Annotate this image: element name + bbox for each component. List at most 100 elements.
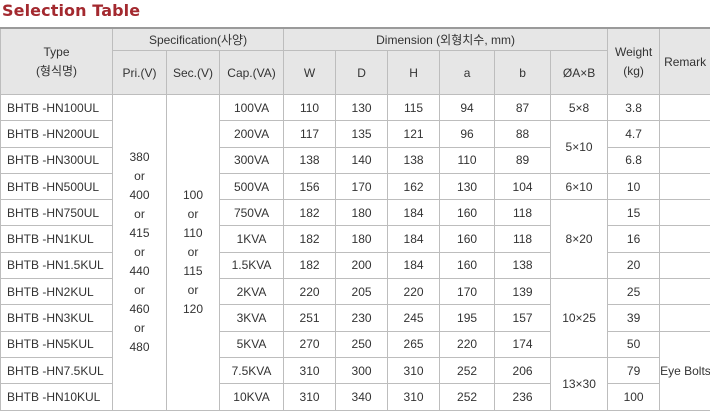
h-cell: 121 [388, 121, 440, 147]
b-cell: 87 [495, 95, 551, 121]
remark-cell [660, 226, 710, 252]
table-row: BHTB -HN2KUL2KVA22020522017013910×2525 [1, 279, 710, 305]
d-cell: 180 [336, 200, 388, 226]
weight-cell: 10 [608, 173, 660, 199]
header-a: a [440, 51, 495, 95]
d-cell: 205 [336, 279, 388, 305]
hole-size-cell: 5×8 [551, 95, 608, 121]
model-cell: BHTB -HN2KUL [1, 279, 113, 305]
header-hole: ØA×B [551, 51, 608, 95]
weight-cell: 4.7 [608, 121, 660, 147]
h-cell: 184 [388, 226, 440, 252]
hole-size-cell: 10×25 [551, 279, 608, 358]
a-cell: 160 [440, 226, 495, 252]
d-cell: 340 [336, 384, 388, 410]
w-cell: 220 [284, 279, 336, 305]
header-pri: Pri.(V) [113, 51, 167, 95]
page-title: Selection Table [2, 0, 140, 22]
a-cell: 160 [440, 200, 495, 226]
d-cell: 200 [336, 252, 388, 278]
a-cell: 252 [440, 384, 495, 410]
d-cell: 300 [336, 357, 388, 383]
model-cell: BHTB -HN5KUL [1, 331, 113, 357]
b-cell: 138 [495, 252, 551, 278]
d-cell: 170 [336, 173, 388, 199]
model-cell: BHTB -HN7.5KUL [1, 357, 113, 383]
b-cell: 104 [495, 173, 551, 199]
cap-cell: 5KVA [220, 331, 284, 357]
a-cell: 170 [440, 279, 495, 305]
table-row: BHTB -HN200UL200VA11713512196885×104.7 [1, 121, 710, 147]
header-b: b [495, 51, 551, 95]
b-cell: 206 [495, 357, 551, 383]
h-cell: 184 [388, 252, 440, 278]
remark-cell [660, 95, 710, 121]
cap-cell: 3KVA [220, 305, 284, 331]
a-cell: 195 [440, 305, 495, 331]
header-w: W [284, 51, 336, 95]
header-type: Type(형식명) [1, 28, 113, 95]
a-cell: 110 [440, 147, 495, 173]
table-row: BHTB -HN750UL750VA1821801841601188×2015 [1, 200, 710, 226]
remark-eye-bolts: Eye Bolts [660, 331, 710, 410]
b-cell: 236 [495, 384, 551, 410]
model-cell: BHTB -HN10KUL [1, 384, 113, 410]
b-cell: 139 [495, 279, 551, 305]
a-cell: 94 [440, 95, 495, 121]
model-cell: BHTB -HN300UL [1, 147, 113, 173]
cap-cell: 2KVA [220, 279, 284, 305]
h-cell: 310 [388, 357, 440, 383]
a-cell: 220 [440, 331, 495, 357]
weight-cell: 39 [608, 305, 660, 331]
weight-cell: 100 [608, 384, 660, 410]
d-cell: 135 [336, 121, 388, 147]
weight-cell: 16 [608, 226, 660, 252]
weight-cell: 50 [608, 331, 660, 357]
a-cell: 252 [440, 357, 495, 383]
b-cell: 118 [495, 200, 551, 226]
a-cell: 160 [440, 252, 495, 278]
hole-size-cell: 5×10 [551, 121, 608, 174]
h-cell: 220 [388, 279, 440, 305]
remark-cell [660, 200, 710, 226]
b-cell: 88 [495, 121, 551, 147]
remark-cell [660, 279, 710, 305]
model-cell: BHTB -HN750UL [1, 200, 113, 226]
w-cell: 110 [284, 95, 336, 121]
header-d: D [336, 51, 388, 95]
d-cell: 130 [336, 95, 388, 121]
d-cell: 230 [336, 305, 388, 331]
b-cell: 157 [495, 305, 551, 331]
w-cell: 156 [284, 173, 336, 199]
h-cell: 115 [388, 95, 440, 121]
h-cell: 184 [388, 200, 440, 226]
cap-cell: 750VA [220, 200, 284, 226]
cap-cell: 300VA [220, 147, 284, 173]
pri-voltage-cell: 380or400or415or440or460or480 [113, 95, 167, 411]
hole-size-cell: 8×20 [551, 200, 608, 279]
remark-cell [660, 147, 710, 173]
weight-cell: 15 [608, 200, 660, 226]
w-cell: 182 [284, 252, 336, 278]
cap-cell: 1KVA [220, 226, 284, 252]
cap-cell: 100VA [220, 95, 284, 121]
hole-size-cell: 13×30 [551, 357, 608, 410]
model-cell: BHTB -HN1.5KUL [1, 252, 113, 278]
hole-size-cell: 6×10 [551, 173, 608, 199]
a-cell: 96 [440, 121, 495, 147]
remark-cell [660, 121, 710, 147]
w-cell: 117 [284, 121, 336, 147]
model-cell: BHTB -HN500UL [1, 173, 113, 199]
header-dimension: Dimension (외형치수, mm) [284, 28, 608, 51]
h-cell: 138 [388, 147, 440, 173]
a-cell: 130 [440, 173, 495, 199]
table-row: BHTB -HN500UL500VA1561701621301046×1010 [1, 173, 710, 199]
header-sec: Sec.(V) [167, 51, 220, 95]
header-cap: Cap.(VA) [220, 51, 284, 95]
weight-cell: 79 [608, 357, 660, 383]
header-h: H [388, 51, 440, 95]
h-cell: 162 [388, 173, 440, 199]
model-cell: BHTB -HN100UL [1, 95, 113, 121]
cap-cell: 10KVA [220, 384, 284, 410]
b-cell: 174 [495, 331, 551, 357]
